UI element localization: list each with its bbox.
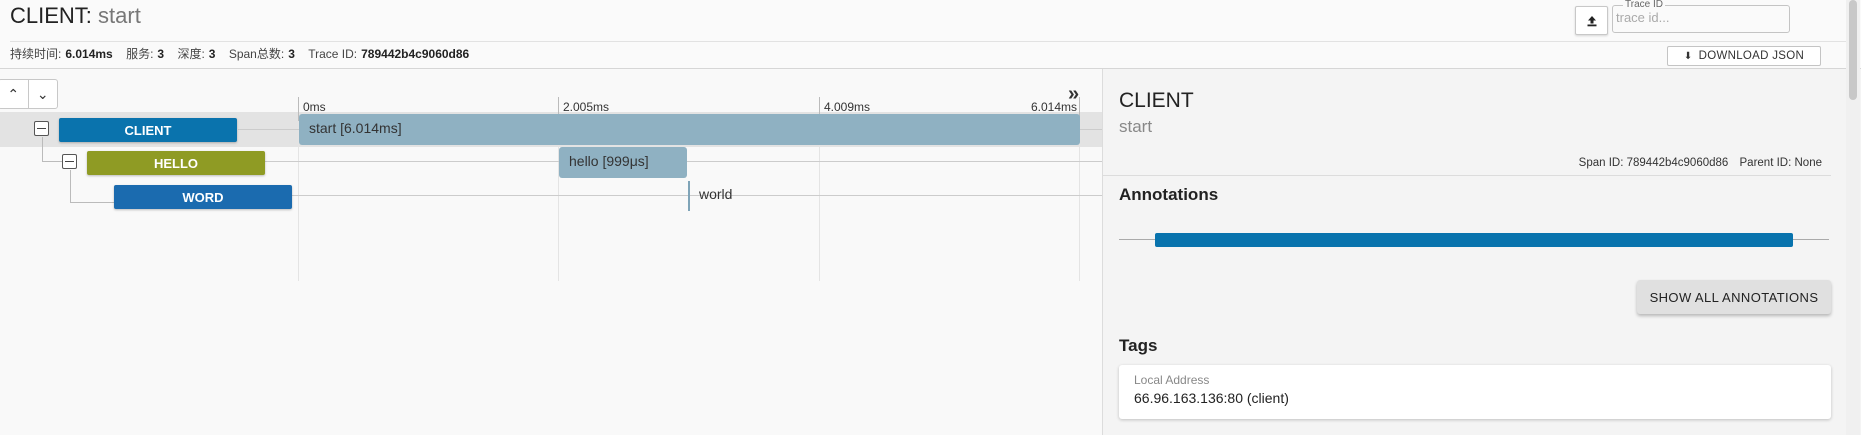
show-all-annotations-button[interactable]: SHOW ALL ANNOTATIONS — [1637, 280, 1831, 314]
span-id-label: Span ID: — [1578, 157, 1624, 169]
timeline-pane: ⌃ ⌄ » 0ms 2.005ms 4.009ms 6.014ms CLIENT… — [0, 69, 1102, 435]
tag-value: 66.96.163.136:80 (client) — [1134, 390, 1289, 406]
tick-label: 0ms — [303, 100, 326, 114]
parent-id-label: Parent ID: — [1739, 157, 1792, 169]
span-count-label: Span总数: — [228, 47, 285, 61]
span-name-world: world — [699, 186, 733, 202]
trace-id-label: Trace ID: — [308, 47, 358, 61]
page-scrollbar[interactable] — [1846, 0, 1860, 435]
gridline — [819, 121, 820, 281]
duration-value: 6.014ms — [65, 47, 113, 61]
service-label-hello[interactable]: HELLO — [87, 151, 265, 175]
download-json-button[interactable]: ⬇ DOWNLOAD JSON — [1667, 46, 1821, 66]
download-json-label: DOWNLOAD JSON — [1698, 50, 1805, 62]
trace-header: CLIENT: start 持续时间: 6.014ms 服务: 3 深度: 3 Spa… — [0, 0, 1861, 69]
annotations-heading: Annotations — [1119, 185, 1219, 204]
annotation-bar[interactable] — [1155, 233, 1793, 247]
span-nav-buttons: ⌃ ⌄ — [0, 79, 58, 109]
detail-span-name: start — [1119, 117, 1153, 136]
tags-heading: Tags — [1119, 336, 1158, 355]
upload-icon — [1587, 15, 1596, 26]
detail-service: CLIENT — [1119, 89, 1194, 112]
collapse-toggle-hello[interactable] — [62, 154, 77, 169]
tree-connector — [70, 202, 114, 203]
scrollbar-thumb[interactable] — [1849, 0, 1857, 100]
trace-summary: 持续时间: 6.014ms 服务: 3 深度: 3 Span总数: 3 Trace ID… — [10, 45, 479, 62]
services-value: 3 — [157, 47, 165, 61]
download-icon: ⬇ — [1683, 50, 1693, 62]
span-id-value: 789442b4c9060d86 — [1626, 157, 1729, 169]
gridline — [558, 121, 559, 281]
parent-id-value: None — [1794, 157, 1823, 169]
gridline — [298, 121, 299, 281]
previous-span-button[interactable]: ⌃ — [0, 80, 28, 108]
span-row-line — [292, 195, 1102, 196]
tag-card: Local Address 66.96.163.136:80 (client) — [1119, 365, 1831, 419]
services-label: 服务: — [126, 47, 154, 61]
span-bar-start[interactable]: start [6.014ms] — [299, 114, 1080, 145]
depth-label: 深度: — [177, 47, 205, 61]
trace-id-legend: Trace ID — [1623, 0, 1665, 10]
tick-label: 4.009ms — [824, 100, 871, 114]
tag-key: Local Address — [1134, 373, 1210, 387]
tick-label: 6.014ms — [1030, 100, 1077, 114]
chevron-down-icon: ⌄ — [36, 85, 49, 102]
span-bar-hello[interactable]: hello [999μs] — [559, 147, 687, 178]
service-label-word[interactable]: WORD — [114, 185, 292, 209]
tree-connector — [70, 170, 71, 202]
detail-divider — [1103, 175, 1831, 176]
upload-button[interactable] — [1575, 6, 1608, 35]
next-span-button[interactable]: ⌄ — [27, 80, 58, 108]
collapse-toggle-client[interactable] — [34, 121, 49, 136]
trace-id-field[interactable]: Trace ID — [1612, 0, 1790, 33]
tick-label: 2.005ms — [563, 100, 610, 114]
depth-value: 3 — [208, 47, 216, 61]
span-ids: Span ID: 789442b4c9060d86 Parent ID: Non… — [1579, 157, 1822, 169]
title-span-name: start — [98, 3, 141, 28]
header-divider — [10, 41, 1851, 42]
trace-id-value: 789442b4c9060d86 — [361, 47, 470, 61]
page-title: CLIENT: start — [10, 3, 141, 29]
span-count-value: 3 — [288, 47, 295, 61]
chevron-up-icon: ⌃ — [7, 85, 20, 102]
duration-label: 持续时间: — [10, 47, 62, 61]
service-label-client[interactable]: CLIENT — [59, 118, 237, 142]
title-service: CLIENT — [10, 3, 86, 28]
span-bar-world[interactable] — [688, 181, 690, 211]
tree-connector — [42, 137, 43, 161]
trace-id-input[interactable] — [1616, 10, 1782, 25]
gridline — [1079, 121, 1080, 281]
span-detail-pane: CLIENT start Span ID: 789442b4c9060d86 P… — [1102, 69, 1861, 435]
tree-connector — [42, 161, 64, 162]
title-separator: : — [85, 3, 92, 28]
